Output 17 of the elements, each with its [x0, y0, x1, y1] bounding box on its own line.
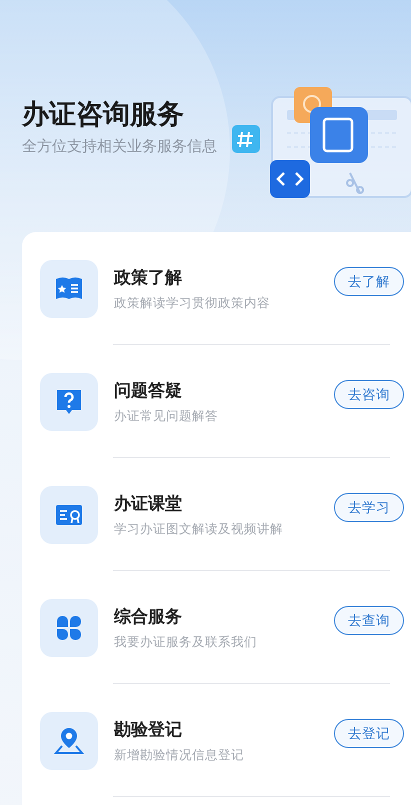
action-button[interactable]: 去了解: [334, 267, 404, 296]
action-button[interactable]: 去登记: [334, 719, 404, 748]
action-button[interactable]: 去查询: [334, 606, 404, 635]
page-title: 办证咨询服务: [22, 98, 184, 132]
service-description: 政策解读学习贯彻政策内容: [114, 294, 270, 310]
service-description: 我要办证服务及联系我们: [114, 634, 257, 650]
action-button[interactable]: 去学习: [334, 493, 404, 522]
service-title: 政策了解: [114, 266, 182, 288]
service-description: 办证常见问题解答: [114, 408, 218, 424]
action-button[interactable]: 去咨询: [334, 380, 404, 409]
service-description: 新增勘验情况信息登记: [114, 746, 244, 762]
service-title: 办证课堂: [114, 492, 182, 514]
page-subtitle: 全方位支持相关业务服务信息: [22, 136, 217, 156]
service-title: 问题答疑: [114, 380, 182, 402]
service-description: 学习办证图文解读及视频讲解: [114, 520, 283, 536]
service-title: 综合服务: [114, 606, 182, 628]
service-title: 勘验登记: [114, 718, 182, 740]
